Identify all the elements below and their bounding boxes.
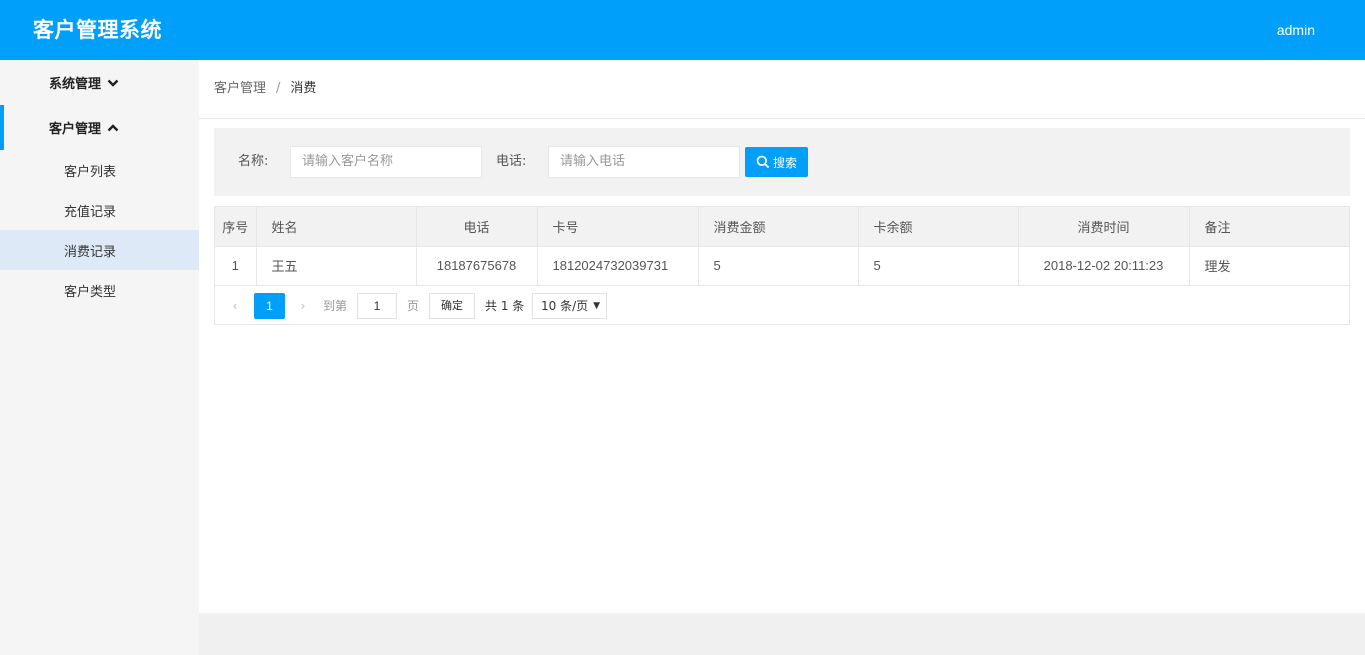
cell-card-number: 1812024732039731 (537, 246, 699, 286)
data-table: 序号 姓名 电话 卡号 消费金额 卡余额 消费时间 备注 1 王五 181876… (214, 206, 1350, 325)
column-header-amount[interactable]: 消费金额 (698, 207, 859, 247)
pagination: ‹ 1 › 到第 1 页 确定 共 1 条 10 条/页 ▼ (215, 286, 1349, 324)
menu-group-customer[interactable]: 客户管理 (0, 105, 199, 150)
column-header-card-number[interactable]: 卡号 (537, 207, 699, 247)
table-row[interactable]: 1 王五 18187675678 1812024732039731 5 5 20… (215, 246, 1349, 286)
breadcrumb: 客户管理 / 消费 (214, 79, 316, 99)
goto-page-input[interactable]: 1 (357, 293, 397, 319)
sidebar-item-customer-types[interactable]: 客户类型 (0, 270, 199, 310)
phone-label: 电话: (496, 154, 527, 169)
cell-index: 1 (215, 246, 257, 286)
cell-phone: 18187675678 (416, 246, 538, 286)
menu-group-label: 客户管理 (49, 122, 102, 137)
search-bar: 名称: 请输入客户名称 电话: 请输入电话 搜索 (214, 128, 1350, 196)
app-title: 客户管理系统 (33, 18, 162, 42)
sidebar-item-customer-list[interactable]: 客户列表 (0, 150, 199, 190)
cell-remark: 理发 (1189, 246, 1349, 286)
top-header: 客户管理系统 admin (0, 0, 1365, 60)
breadcrumb-current: 消费 (290, 81, 317, 96)
page-1-button[interactable]: 1 (254, 293, 285, 319)
cell-time: 2018-12-02 20:11:23 (1018, 246, 1190, 286)
menu-group-label: 系统管理 (49, 77, 102, 92)
cell-amount: 5 (698, 246, 859, 286)
sidebar-item-recharge-records[interactable]: 充值记录 (0, 190, 199, 230)
column-header-time[interactable]: 消费时间 (1018, 207, 1190, 247)
column-header-phone[interactable]: 电话 (416, 207, 538, 247)
goto-label: 到第 (323, 299, 348, 313)
chevron-down-icon (107, 79, 119, 87)
sidebar: 系统管理 客户管理 客户列表 充值记录 消费记录 客户类型 (0, 60, 199, 655)
footer (199, 613, 1365, 655)
breadcrumb-separator: / (276, 81, 281, 96)
name-label: 名称: (238, 154, 269, 169)
next-page-button[interactable]: › (293, 293, 313, 319)
page-size-value: 10 条/页 (541, 299, 589, 313)
goto-confirm-button[interactable]: 确定 (429, 293, 475, 319)
dropdown-caret-icon: ▼ (593, 301, 600, 311)
table-header-row: 序号 姓名 电话 卡号 消费金额 卡余额 消费时间 备注 (215, 207, 1349, 247)
prev-page-button[interactable]: ‹ (225, 293, 245, 319)
column-header-name[interactable]: 姓名 (256, 207, 417, 247)
column-header-index[interactable]: 序号 (215, 207, 257, 247)
phone-input[interactable]: 请输入电话 (548, 146, 740, 178)
breadcrumb-parent[interactable]: 客户管理 (214, 81, 266, 96)
total-count: 共 1 条 (485, 299, 525, 313)
divider (199, 118, 1365, 119)
search-button[interactable]: 搜索 (745, 147, 808, 177)
column-header-remark[interactable]: 备注 (1189, 207, 1349, 247)
chevron-up-icon (107, 123, 119, 131)
page-size-select[interactable]: 10 条/页 ▼ (532, 293, 607, 319)
sidebar-item-consumption-records[interactable]: 消费记录 (0, 230, 199, 270)
cell-balance: 5 (858, 246, 1019, 286)
user-name[interactable]: admin (1277, 20, 1315, 40)
search-icon (756, 155, 770, 169)
main-content: 客户管理 / 消费 名称: 请输入客户名称 电话: 请输入电话 搜索 序号 姓名 电… (199, 60, 1365, 613)
page-unit-label: 页 (407, 299, 420, 313)
menu-group-system[interactable]: 系统管理 (0, 60, 199, 105)
cell-name: 王五 (256, 246, 417, 286)
name-input[interactable]: 请输入客户名称 (290, 146, 482, 178)
column-header-balance[interactable]: 卡余额 (858, 207, 1019, 247)
search-button-label: 搜索 (772, 155, 797, 170)
